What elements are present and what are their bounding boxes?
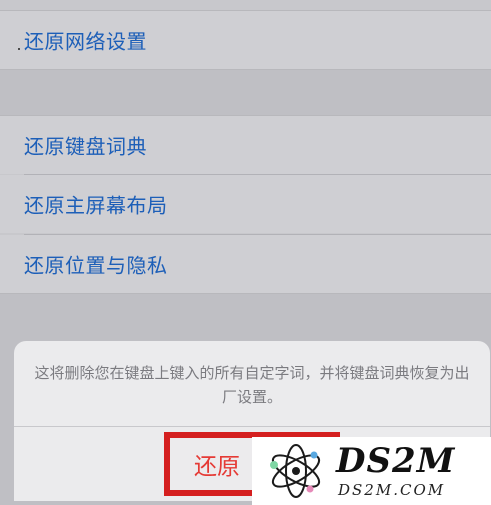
reset-keyboard-dictionary-item[interactable]: 还原键盘词典 [0, 116, 491, 174]
watermark-url: DS2M.COM [338, 481, 446, 499]
action-sheet-message: 这将删除您在键盘上键入的所有自定字词，并将键盘词典恢复为出厂设置。 [34, 364, 470, 406]
settings-screen: 还原网络设置 还原键盘词典 还原主屏幕布局 还原位置与隐私 这将删除您在键盘上键… [0, 0, 491, 505]
dot-mark [18, 48, 20, 50]
section-gap [0, 70, 491, 115]
watermark: DS2M DS2M.COM [252, 437, 491, 505]
reset-location-privacy-label: 还原位置与隐私 [24, 253, 168, 278]
reset-button-label: 还原 [194, 454, 240, 480]
reset-network-settings-label: 还原网络设置 [24, 29, 147, 54]
action-sheet-divider [14, 426, 490, 427]
reset-network-settings-item[interactable]: 还原网络设置 [0, 11, 491, 69]
reset-keyboard-dictionary-label: 还原键盘词典 [24, 134, 147, 159]
reset-home-screen-layout-label: 还原主屏幕布局 [24, 193, 168, 218]
atom-logo-icon [270, 444, 321, 498]
reset-location-privacy-item[interactable]: 还原位置与隐私 [0, 235, 491, 293]
watermark-title: DS2M [336, 441, 456, 481]
reset-home-screen-layout-item[interactable]: 还原主屏幕布局 [0, 175, 491, 233]
